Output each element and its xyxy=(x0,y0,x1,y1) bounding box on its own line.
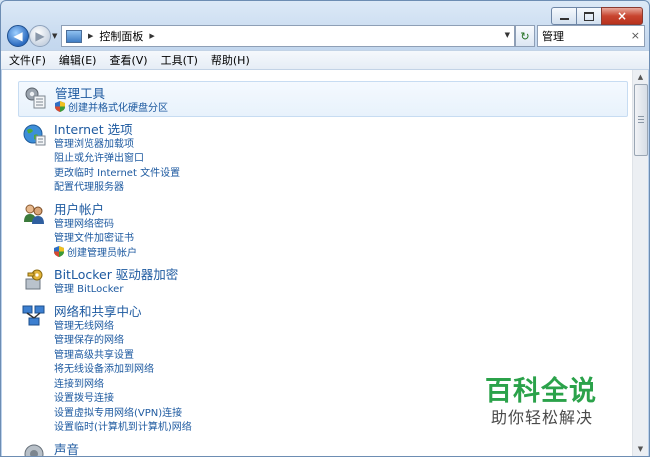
menu-tools[interactable]: 工具(T) xyxy=(161,52,198,68)
internet-globe-icon xyxy=(23,124,46,146)
breadcrumb-separator-icon[interactable]: ▶ xyxy=(149,32,154,40)
minimize-button[interactable] xyxy=(551,7,576,25)
category-user-accounts: 用户帐户 管理网络密码 管理文件加密证书 创建管理员帐户 xyxy=(18,199,628,259)
link-setup-vpn[interactable]: 设置虚拟专用网络(VPN)连接 xyxy=(54,404,182,419)
close-button[interactable]: × xyxy=(601,7,643,25)
control-panel-window: × ◀ ▶ ▼ ▶ 控制面板 ▶ ▼ ↻ × 文件(F) 编辑(E) 查看(V)… xyxy=(0,0,650,457)
close-icon: × xyxy=(616,9,628,23)
menu-file[interactable]: 文件(F) xyxy=(9,52,46,68)
category-admin-tools[interactable]: 管理工具 创建并格式化硬盘分区 xyxy=(18,81,628,117)
link-setup-adhoc-network[interactable]: 设置临时(计算机到计算机)网络 xyxy=(54,418,192,433)
vertical-scrollbar[interactable]: ▲ ▼ xyxy=(632,70,648,456)
link-create-admin-account[interactable]: 创建管理员帐户 xyxy=(54,244,137,259)
link-connect-to-network[interactable]: 连接到网络 xyxy=(54,375,104,390)
arrow-right-icon: ▶ xyxy=(35,29,45,43)
forward-button[interactable]: ▶ xyxy=(29,25,51,47)
category-title[interactable]: 声音 xyxy=(54,439,79,456)
recent-pages-dropdown-icon[interactable]: ▼ xyxy=(52,32,57,40)
network-icon xyxy=(22,305,45,326)
caption-buttons: × xyxy=(551,7,643,25)
watermark-subtitle: 助你轻松解决 xyxy=(491,408,594,427)
clear-search-icon[interactable]: × xyxy=(631,29,640,42)
breadcrumb-control-panel[interactable]: 控制面板 xyxy=(99,28,143,44)
refresh-icon: ↻ xyxy=(520,29,530,43)
link-temp-files-settings[interactable]: 更改临时 Internet 文件设置 xyxy=(54,164,180,179)
scroll-down-icon[interactable]: ▼ xyxy=(633,442,648,456)
link-add-wireless-device[interactable]: 将无线设备添加到网络 xyxy=(54,360,154,375)
link-network-passwords[interactable]: 管理网络密码 xyxy=(54,215,114,230)
watermark-title: 百科全说 xyxy=(485,376,597,407)
search-input[interactable] xyxy=(538,29,632,43)
link-manage-addons[interactable]: 管理浏览器加载项 xyxy=(54,135,134,150)
navigation-bar: ◀ ▶ ▼ ▶ 控制面板 ▶ ▼ ↻ × xyxy=(7,25,645,47)
link-label: 创建管理员帐户 xyxy=(67,248,137,259)
category-internet-options: Internet 选项 管理浏览器加载项 阻止或允许弹出窗口 更改临时 Inte… xyxy=(18,119,628,193)
maximize-icon xyxy=(584,11,594,21)
menu-edit[interactable]: 编辑(E) xyxy=(59,52,97,68)
menu-help[interactable]: 帮助(H) xyxy=(211,52,250,68)
menu-bar: 文件(F) 编辑(E) 查看(V) 工具(T) 帮助(H) xyxy=(1,50,649,70)
link-file-encryption-certificates[interactable]: 管理文件加密证书 xyxy=(54,229,134,244)
uac-shield-icon xyxy=(54,246,64,257)
sound-speaker-icon xyxy=(24,444,44,456)
back-button[interactable]: ◀ xyxy=(7,25,29,47)
bitlocker-key-icon xyxy=(25,269,43,290)
link-popup-blocker[interactable]: 阻止或允许弹出窗口 xyxy=(54,149,144,164)
control-panel-icon xyxy=(66,29,82,43)
address-bar[interactable]: ▶ 控制面板 ▶ ▼ xyxy=(61,25,515,47)
link-manage-wireless-networks[interactable]: 管理无线网络 xyxy=(54,317,114,332)
breadcrumb-separator-icon[interactable]: ▶ xyxy=(88,32,93,40)
link-create-format-partition[interactable]: 创建并格式化硬盘分区 xyxy=(55,99,168,114)
link-proxy-server[interactable]: 配置代理服务器 xyxy=(54,178,124,193)
admin-tools-icon xyxy=(25,87,46,109)
link-manage-bitlocker[interactable]: 管理 BitLocker xyxy=(54,280,123,295)
link-label: 创建并格式化硬盘分区 xyxy=(68,103,168,114)
user-accounts-icon xyxy=(24,204,44,224)
link-advanced-sharing-settings[interactable]: 管理高级共享设置 xyxy=(54,346,134,361)
refresh-button[interactable]: ↻ xyxy=(515,25,535,47)
search-box[interactable]: × xyxy=(537,25,645,47)
category-bitlocker: BitLocker 驱动器加密 管理 BitLocker xyxy=(18,264,628,295)
scroll-up-icon[interactable]: ▲ xyxy=(633,70,648,84)
address-dropdown-icon[interactable]: ▼ xyxy=(505,31,510,39)
menu-view[interactable]: 查看(V) xyxy=(109,52,147,68)
minimize-icon xyxy=(559,18,569,20)
search-results: 管理工具 创建并格式化硬盘分区 Internet 选项 管理浏览器加载项 阻止或… xyxy=(2,70,632,456)
uac-shield-icon xyxy=(55,101,65,112)
maximize-button[interactable] xyxy=(576,7,601,25)
link-manage-saved-networks[interactable]: 管理保存的网络 xyxy=(54,331,124,346)
scrollbar-thumb[interactable] xyxy=(634,84,648,156)
category-sound: 声音 xyxy=(18,439,628,456)
arrow-left-icon: ◀ xyxy=(13,29,23,43)
link-setup-dialup[interactable]: 设置拨号连接 xyxy=(54,389,114,404)
